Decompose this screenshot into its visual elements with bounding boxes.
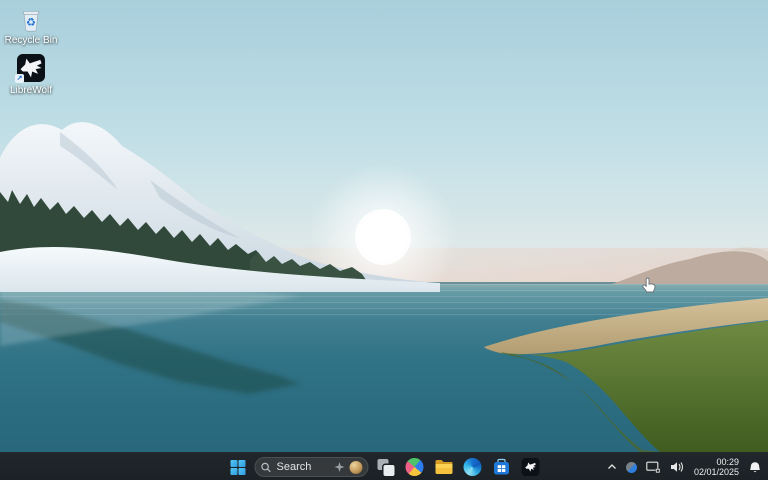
microsoft-store-button[interactable] [490, 455, 514, 479]
microsoft-store-icon [493, 458, 511, 476]
tray-security-button[interactable] [623, 456, 640, 478]
librewolf-icon [522, 458, 540, 476]
start-button[interactable] [226, 455, 250, 479]
volume-button[interactable] [667, 456, 687, 478]
search-icon [261, 462, 272, 473]
widgets-button[interactable] [403, 455, 427, 479]
windows-start-icon [230, 460, 245, 475]
svg-text:♻: ♻ [26, 16, 36, 29]
task-view-button[interactable] [374, 455, 398, 479]
desktop-icon-label: LibreWolf [10, 85, 52, 96]
taskbar-center: Search [226, 453, 543, 480]
wallpaper-terrain [0, 0, 768, 480]
librewolf-taskbar-button[interactable] [519, 455, 543, 479]
volume-icon [670, 461, 684, 473]
desktop-icon-recycle-bin[interactable]: ♻ Recycle Bin [2, 4, 60, 46]
search-box[interactable]: Search [255, 457, 369, 477]
desktop-icon-librewolf[interactable]: ↗ LibreWolf [2, 54, 60, 96]
notifications-button[interactable] [746, 456, 764, 478]
microsoft-edge-icon [464, 458, 482, 476]
recycle-bin-icon: ♻ [17, 4, 45, 32]
file-explorer-button[interactable] [432, 455, 456, 479]
librewolf-icon: ↗ [17, 54, 45, 82]
system-tray: 00:29 02/01/2025 [604, 453, 764, 480]
clock[interactable]: 00:29 02/01/2025 [690, 457, 743, 477]
desktop[interactable]: ♻ Recycle Bin ↗ LibreWolf [0, 0, 768, 480]
desktop-icon-label: Recycle Bin [5, 35, 58, 46]
shortcut-arrow-badge: ↗ [15, 74, 24, 83]
file-explorer-icon [434, 459, 453, 475]
tray-chevron-button[interactable] [604, 456, 620, 478]
search-highlight-icon [335, 462, 345, 472]
right-hills [612, 251, 768, 284]
ethernet-network-icon [646, 461, 661, 474]
bell-icon [749, 461, 761, 474]
clock-time: 00:29 [716, 457, 739, 467]
windows-security-icon [626, 462, 637, 473]
clock-date: 02/01/2025 [694, 467, 739, 477]
search-highlight-portrait [350, 461, 363, 474]
hand-pointer-cursor [641, 277, 657, 300]
widgets-icon [406, 458, 424, 476]
taskbar: Search [0, 452, 768, 480]
desktop-icon-list: ♻ Recycle Bin ↗ LibreWolf [2, 4, 60, 96]
edge-button[interactable] [461, 455, 485, 479]
search-text: Search [277, 461, 330, 473]
network-button[interactable] [643, 456, 664, 478]
chevron-up-icon [607, 463, 617, 471]
task-view-icon [377, 459, 394, 476]
